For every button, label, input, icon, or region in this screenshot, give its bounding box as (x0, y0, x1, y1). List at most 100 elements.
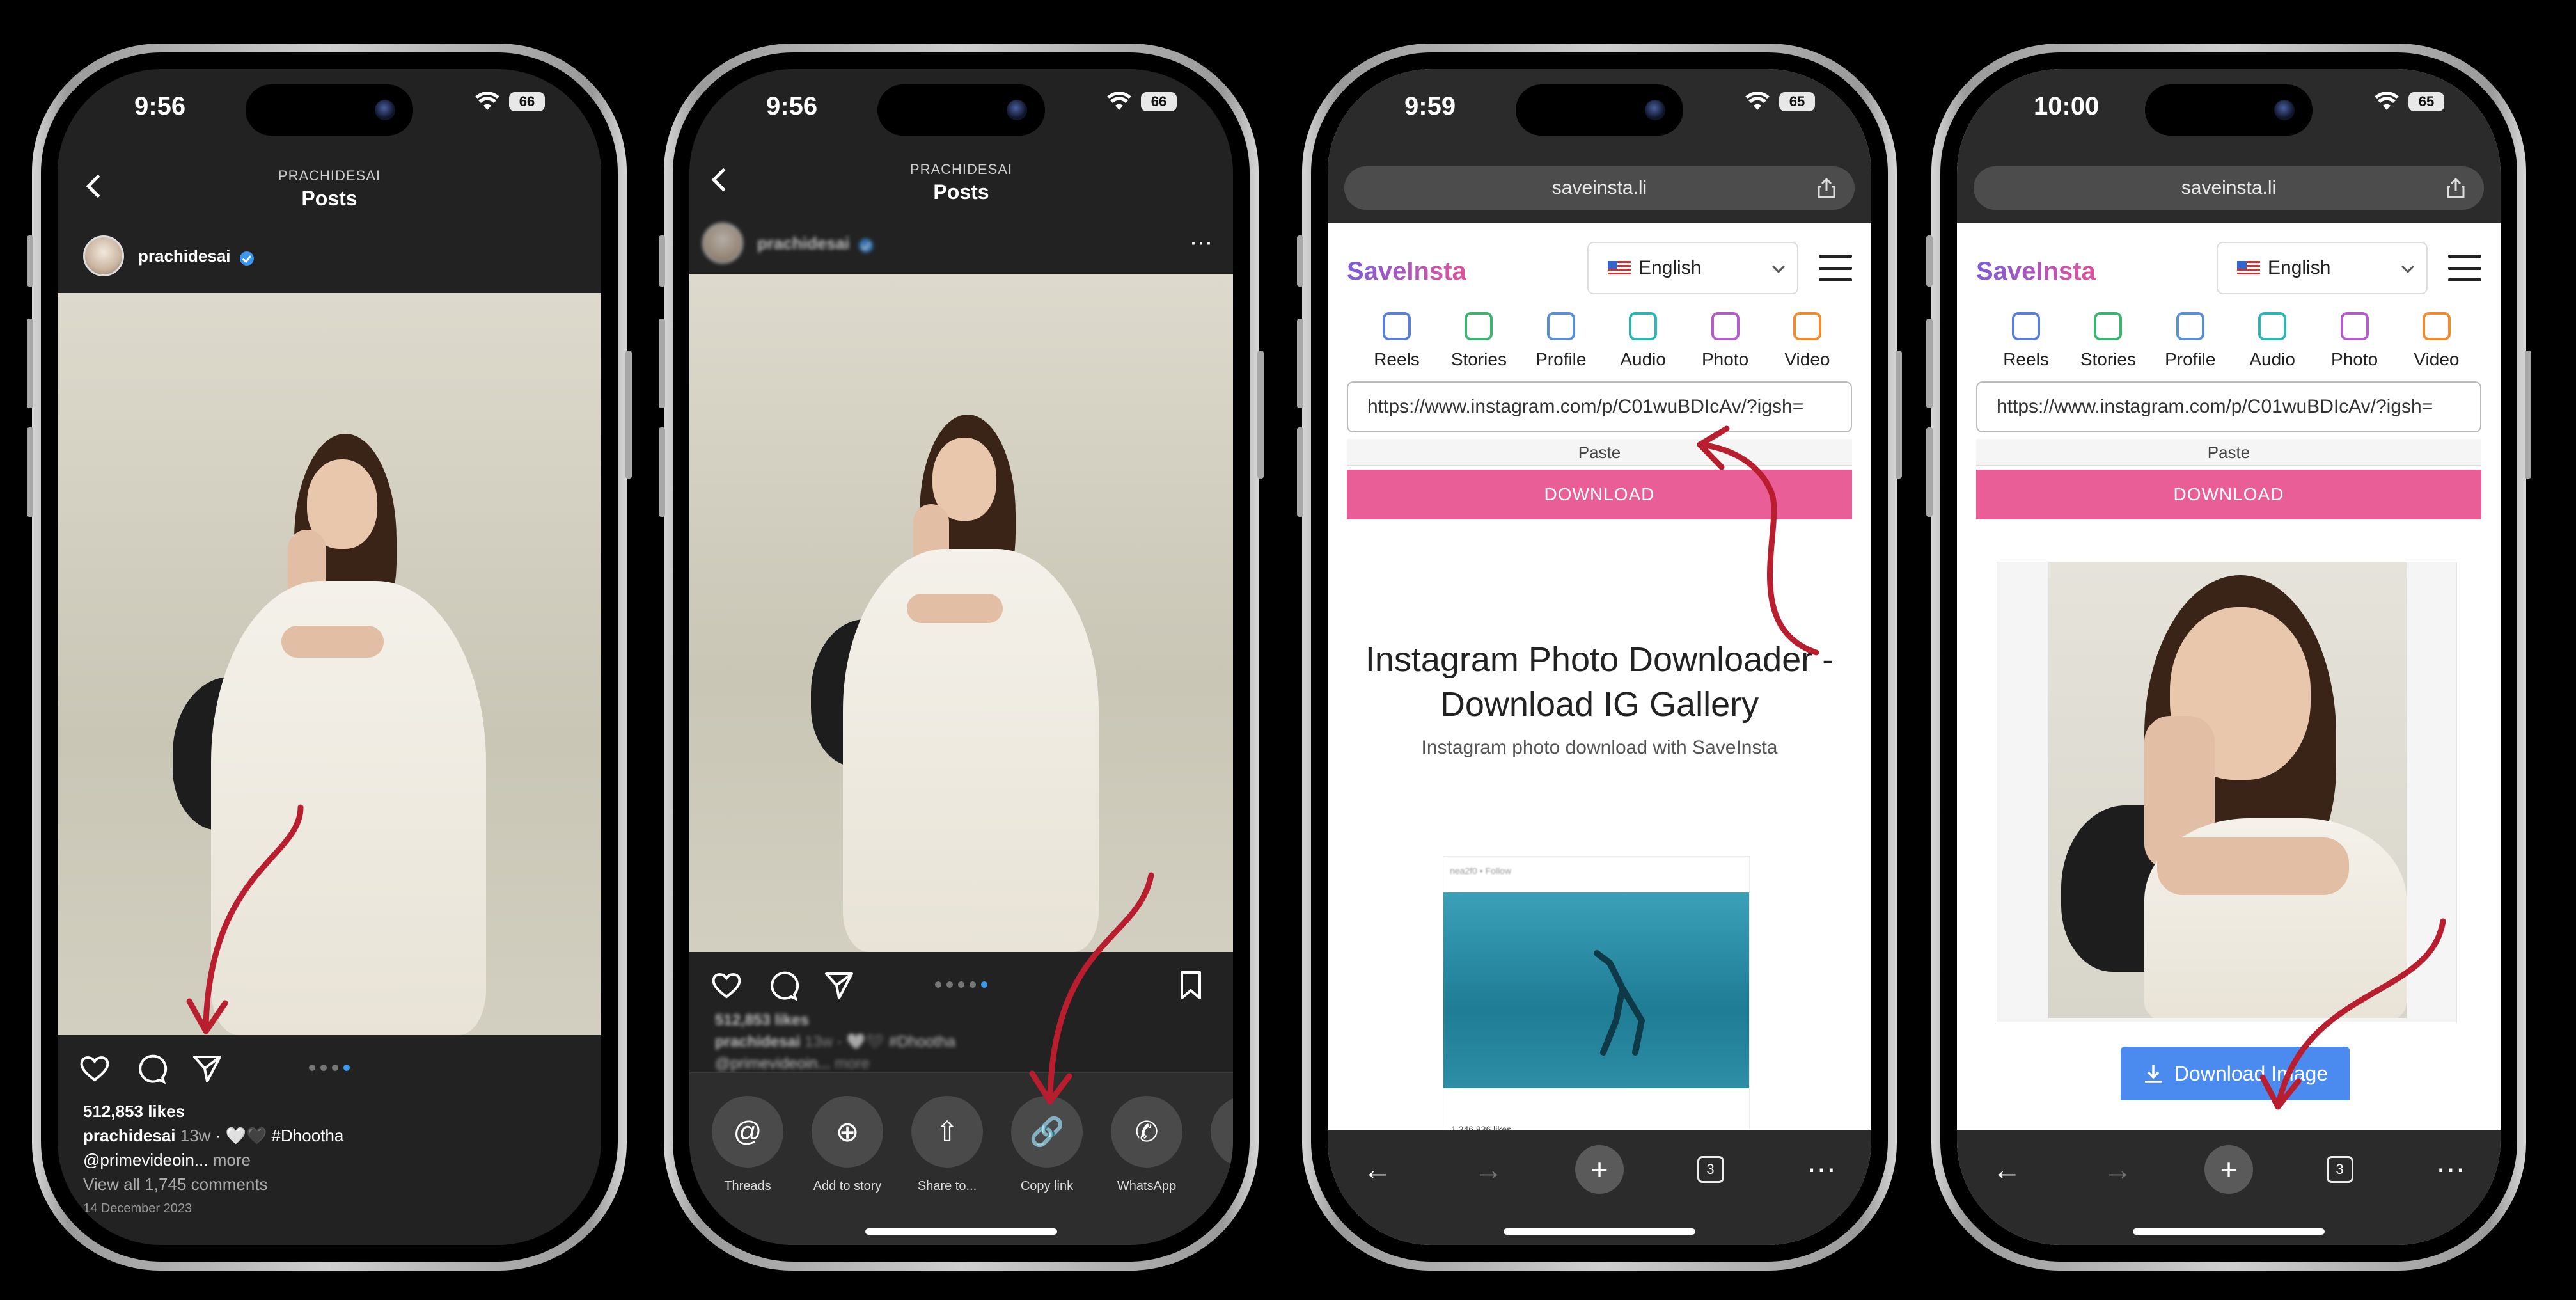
result-photo[interactable] (2048, 562, 2407, 1018)
site-logo[interactable]: SaveInsta (1976, 257, 2096, 286)
tool-tab-label: Photo (2330, 349, 2378, 369)
diver-figure (1594, 950, 1645, 1056)
tabs-button[interactable]: 3 (1686, 1145, 1735, 1194)
caption-more-link[interactable]: more (835, 1055, 870, 1072)
tool-tab-video[interactable]: Video (2398, 312, 2475, 370)
forward-arrow-icon[interactable]: → (1465, 1145, 1513, 1194)
bookmark-icon[interactable] (1174, 969, 1207, 1002)
side-button (659, 319, 665, 408)
tool-tab-stories[interactable]: Stories (1440, 312, 1517, 370)
wifi-icon (1107, 92, 1131, 110)
share-option-add-story[interactable]: ⊕ Add to story (810, 1096, 885, 1194)
back-arrow-icon[interactable]: ← (1983, 1145, 2031, 1194)
share-option-label: Share to... (917, 1179, 977, 1193)
share-option-share-to[interactable]: ⇧ Share to... (909, 1096, 985, 1194)
share-send-icon[interactable] (822, 969, 856, 1002)
photo-icon (2340, 312, 2369, 340)
tool-tab-label: Photo (1701, 349, 1749, 369)
wifi-icon (1745, 92, 1770, 110)
url-text: saveinsta.li (2181, 177, 2277, 198)
more-options-icon[interactable]: ⋯ (1190, 229, 1214, 256)
caption-more-link[interactable]: more (213, 1150, 251, 1169)
like-heart-icon[interactable] (78, 1052, 111, 1085)
language-value: English (1638, 257, 1702, 278)
view-comments-link[interactable]: View all 1,745 comments (83, 1172, 582, 1196)
post-actions (689, 960, 1233, 1011)
battery-indicator: 65 (1779, 92, 1815, 111)
post-author[interactable]: prachidesai (83, 235, 576, 276)
woman-figure (785, 415, 1105, 952)
address-bar[interactable]: saveinsta.li (1974, 166, 2484, 210)
video-icon (2422, 312, 2451, 340)
site-header: SaveInsta English (1976, 242, 2481, 299)
menu-icon[interactable] (1819, 255, 1852, 281)
download-button[interactable]: DOWNLOAD (1976, 470, 2481, 519)
facebook-icon: f (1211, 1096, 1233, 1168)
caption-handle[interactable]: @primevideoin... (715, 1055, 830, 1072)
tool-tab-audio[interactable]: Audio (2234, 312, 2311, 370)
new-tab-plus-icon[interactable]: + (1575, 1145, 1624, 1194)
tabs-count: 3 (1697, 1156, 1724, 1183)
tool-tab-reels[interactable]: Reels (1988, 312, 2064, 370)
like-heart-icon[interactable] (710, 969, 743, 1002)
avatar[interactable] (83, 235, 124, 276)
comment-icon[interactable] (134, 1052, 168, 1085)
likes-count[interactable]: 512,853 likes (715, 1010, 1214, 1031)
address-bar[interactable]: saveinsta.li (1344, 166, 1855, 210)
menu-icon[interactable] (2448, 255, 2481, 281)
paste-button[interactable]: Paste (1347, 439, 1852, 466)
tool-tab-stories[interactable]: Stories (2069, 312, 2146, 370)
caption-age: 13w (805, 1033, 833, 1050)
download-button[interactable]: DOWNLOAD (1347, 470, 1852, 519)
instagram-url-input[interactable]: https://www.instagram.com/p/C01wuBDIcAv/… (1347, 381, 1852, 432)
forward-arrow-icon[interactable]: → (2094, 1145, 2142, 1194)
avatar[interactable] (702, 223, 743, 264)
share-option-facebook[interactable]: f Fac (1209, 1096, 1233, 1194)
post-author[interactable]: prachidesai (702, 223, 1207, 264)
share-icon[interactable] (2444, 177, 2467, 200)
language-select[interactable]: English (2217, 242, 2428, 294)
tool-tab-label: Stories (1450, 349, 1507, 369)
post-photo[interactable] (689, 274, 1233, 952)
share-option-link[interactable]: 🔗 Copy link (1009, 1096, 1085, 1194)
side-button (1926, 319, 1933, 408)
post-username[interactable]: prachidesai (138, 246, 231, 266)
tool-tab-photo[interactable]: Photo (1687, 312, 1764, 370)
tool-tab-video[interactable]: Video (1769, 312, 1846, 370)
comment-icon[interactable] (766, 969, 799, 1002)
site-logo[interactable]: SaveInsta (1347, 257, 1466, 286)
more-menu-icon[interactable]: ⋯ (1797, 1145, 1846, 1194)
tool-tab-profile[interactable]: Profile (2152, 312, 2229, 370)
battery-indicator: 66 (509, 92, 545, 111)
side-button (625, 351, 632, 479)
instagram-url-input[interactable]: https://www.instagram.com/p/C01wuBDIcAv/… (1976, 381, 2481, 432)
post-username[interactable]: prachidesai (757, 234, 850, 253)
tool-tab-profile[interactable]: Profile (1523, 312, 1599, 370)
instagram-screen: 9:56 66 PRACHIDESAI Posts prachidesai (689, 69, 1233, 1245)
paste-button[interactable]: Paste (1976, 439, 2481, 466)
battery-indicator: 66 (1141, 92, 1177, 111)
language-select[interactable]: English (1587, 242, 1798, 294)
tool-tab-label: Reels (2003, 349, 2049, 369)
tool-tab-photo[interactable]: Photo (2316, 312, 2393, 370)
tool-tab-reels[interactable]: Reels (1358, 312, 1435, 370)
tabs-button[interactable]: 3 (2316, 1145, 2364, 1194)
share-option-whatsapp[interactable]: ✆ WhatsApp (1109, 1096, 1184, 1194)
tool-tab-audio[interactable]: Audio (1605, 312, 1681, 370)
caption-username[interactable]: prachidesai (715, 1033, 800, 1050)
more-menu-icon[interactable]: ⋯ (2426, 1145, 2475, 1194)
side-button (27, 235, 33, 287)
share-send-icon[interactable] (191, 1052, 224, 1085)
header-username: PRACHIDESAI (278, 168, 381, 184)
caption-username[interactable]: prachidesai (83, 1126, 176, 1145)
share-icon[interactable] (1815, 177, 1838, 200)
likes-count[interactable]: 512,853 likes (83, 1099, 582, 1123)
caption-handle[interactable]: @primevideoin... (83, 1150, 208, 1169)
post-photo[interactable] (58, 293, 601, 1035)
share-option-threads[interactable]: @ Threads (710, 1096, 785, 1194)
back-arrow-icon[interactable]: ← (1353, 1145, 1402, 1194)
phone-1: 9:56 66 PRACHIDESAI Posts prachidesai 51… (27, 44, 632, 1271)
new-tab-plus-icon[interactable]: + (2204, 1145, 2253, 1194)
download-image-button[interactable]: Download Image (2121, 1047, 2350, 1100)
side-button (1926, 427, 1933, 517)
